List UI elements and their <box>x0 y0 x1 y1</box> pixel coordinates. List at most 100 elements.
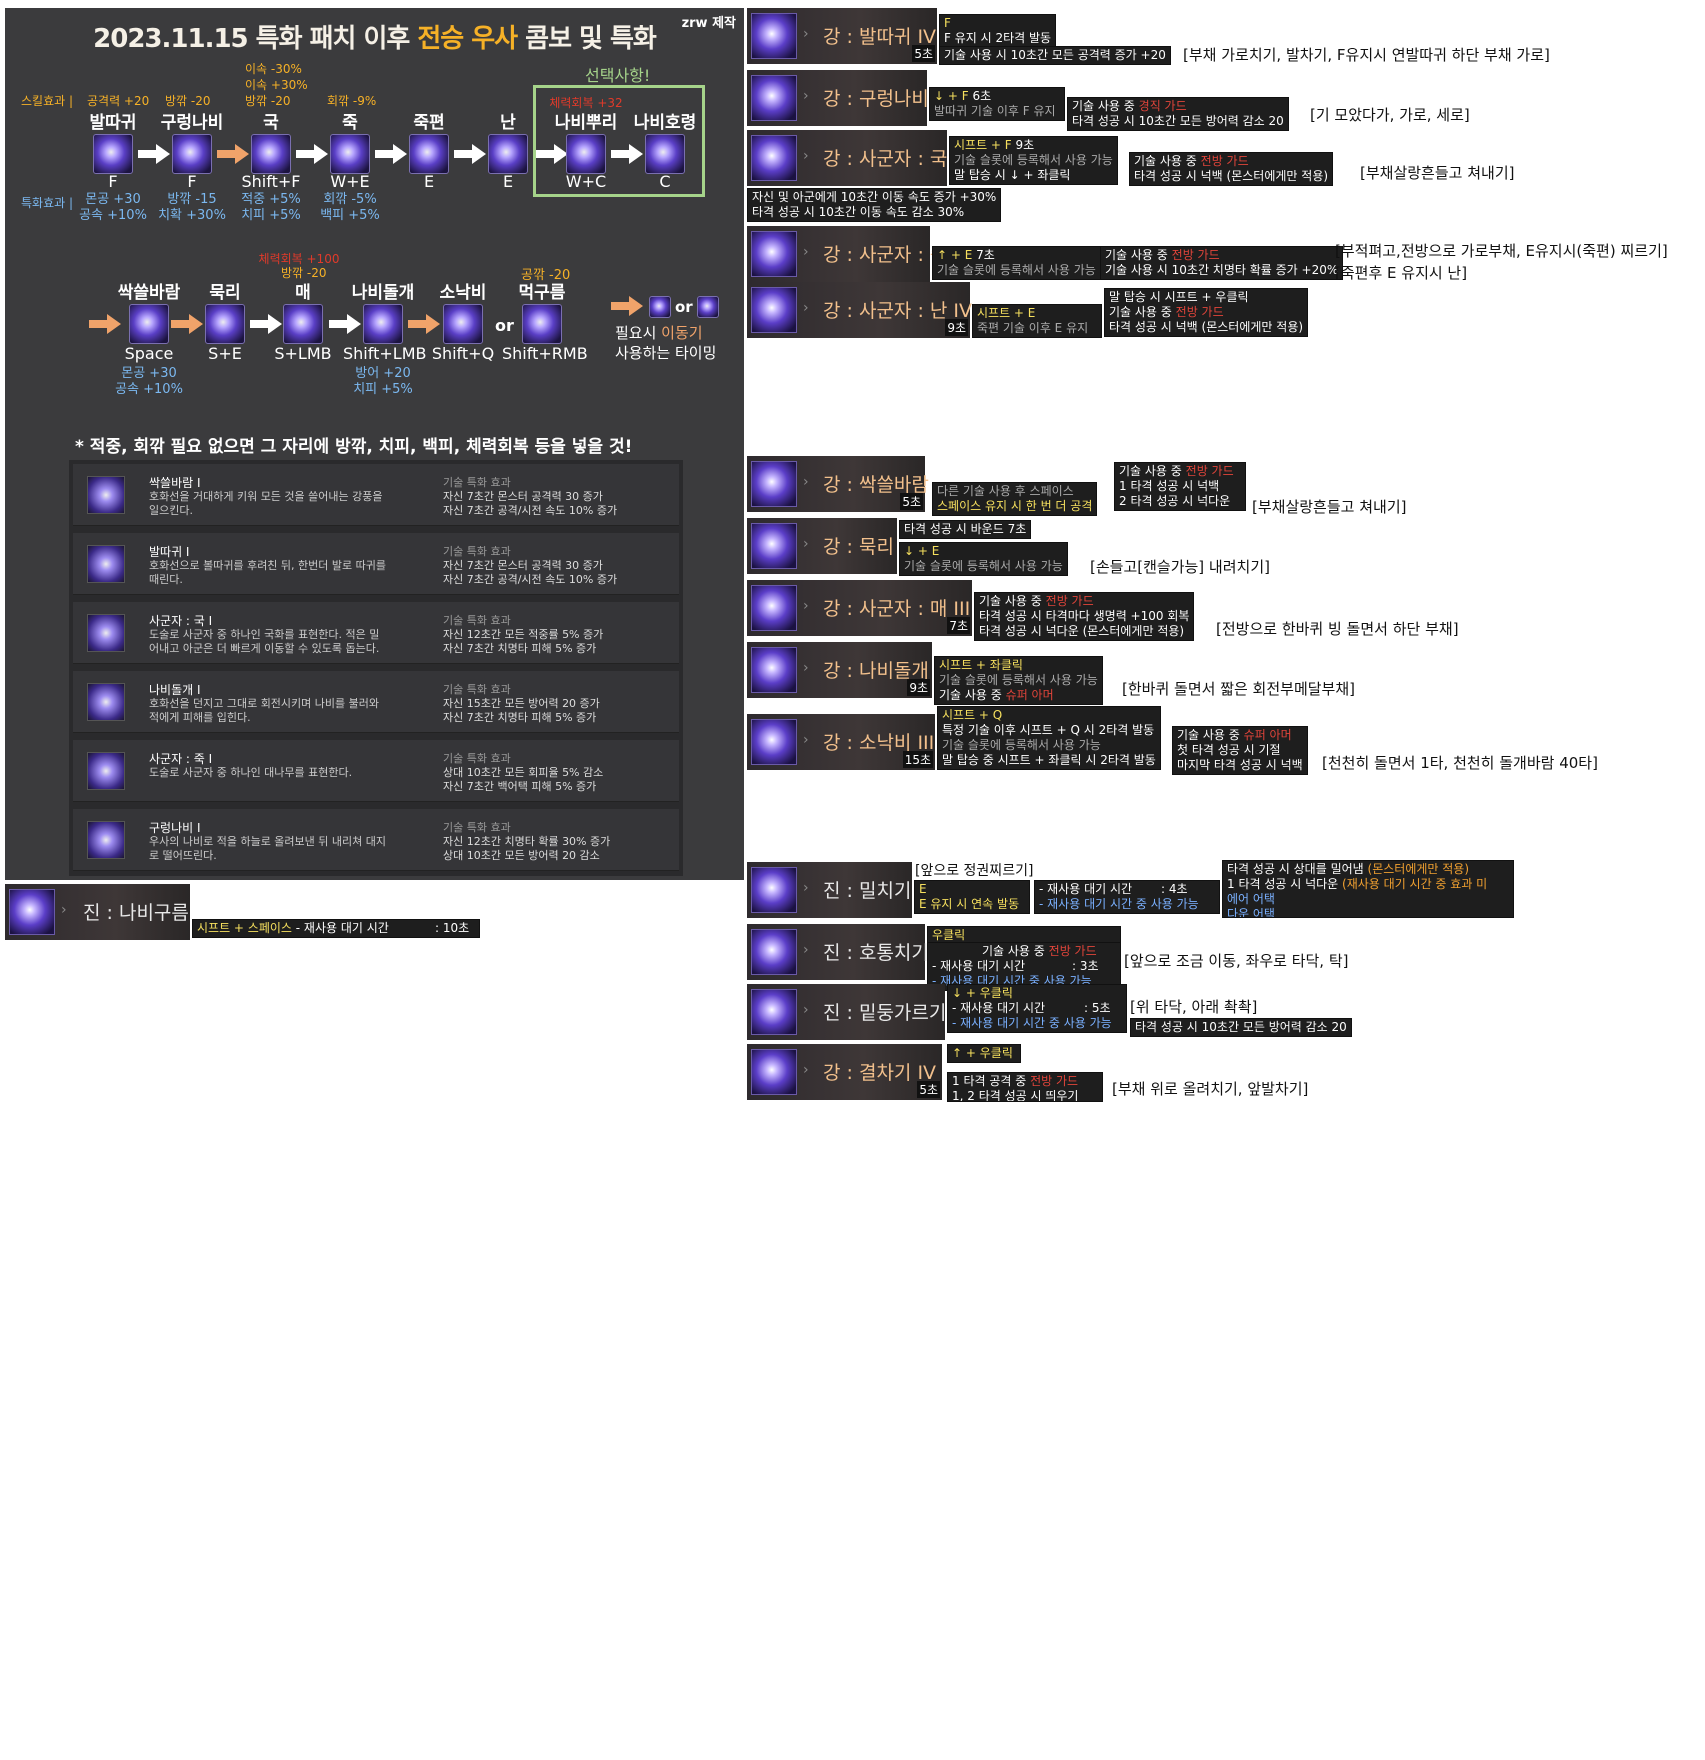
table-skill-desc: 호화선으로 볼따귀를 후려친 뒤, 한번더 발로 따귀를 때린다. <box>149 559 386 586</box>
arrow-right-icon <box>296 144 330 164</box>
chevron-right-icon: › <box>803 244 809 260</box>
table-effect-header: 기술 특화 효과 <box>443 683 511 696</box>
skill-milchigi[interactable]: › 진 : 밀치기 <box>747 862 912 918</box>
arrow-right-icon <box>611 296 645 316</box>
sagunja-mae-skill-icon <box>751 585 797 631</box>
skill-tooltip: ↓ + 우클릭 - 재사용 대기 시간: 5초 - 재사용 대기 시간 중 사용 가… <box>947 984 1127 1033</box>
spec-effect-label: 특화효과 | <box>21 196 74 210</box>
skill-effect-label: 스킬효과 | <box>21 94 74 108</box>
skill-ssakseulbaram[interactable]: › 강 : 싹쓸바람 5초 <box>747 456 929 512</box>
row1-top-2c: 방깎 -20 <box>245 94 291 108</box>
skill-tooltip: 기술 사용 중 경직 가드 타격 성공 시 10초간 모든 방어력 감소 20 <box>1067 97 1289 131</box>
skill-gureongnabi[interactable]: › 강 : 구렁나비 <box>747 70 929 126</box>
nabidolgae-skill-icon <box>87 683 125 721</box>
skill-sagunja-nan[interactable]: › 강 : 사군자 : 난 IV 9초 <box>747 282 972 338</box>
chevron-right-icon: › <box>803 1062 809 1078</box>
gureongnabi-skill-icon <box>751 75 797 121</box>
chevron-right-icon: › <box>803 148 809 164</box>
sonakbi-skill-icon <box>751 719 797 765</box>
or-label: or <box>495 316 514 335</box>
chevron-right-icon: › <box>803 598 809 614</box>
or-label: or <box>675 298 693 316</box>
skill-tooltip: 타격 성공 시 상대를 밀어냄 (몬스터에게만 적용) 1 타격 성공 시 넉다운… <box>1222 860 1514 918</box>
table-effects: 자신 15초간 모든 방어력 20 증가 자신 7초간 치명타 피해 5% 증가 <box>443 697 600 724</box>
skill-cooldown: 15초 <box>902 751 933 768</box>
row2-key-1: S+E <box>208 344 242 363</box>
skill-tooltip: 시프트 + Q 특정 기술 이후 시프트 + Q 시 2타격 발동 기술 슬롯에 등… <box>937 706 1161 770</box>
row1-key-6: W+C <box>565 172 607 191</box>
skill-mitdunggareugi[interactable]: › 진 : 밑둥가르기 <box>747 984 947 1040</box>
table-skill-name: 발따귀 I <box>149 545 190 559</box>
table-effect-header: 기술 특화 효과 <box>443 752 511 765</box>
arrow-right-icon <box>250 314 284 334</box>
table-skill-name: 싹쓸바람 I <box>149 476 201 490</box>
table-effect-header: 기술 특화 효과 <box>443 614 511 627</box>
skill-name: 진 : 호통치기 <box>823 942 929 964</box>
table-skill-desc: 도술로 사군자 중 하나인 국화를 표현한다. 적은 밀어내고 아군은 더 빠르… <box>149 628 380 655</box>
skill-tooltip: 자신 및 아군에게 10초간 이동 속도 증가 +30% 타격 성공 시 10초간… <box>747 188 1002 222</box>
row1-buff-2a: 적중 +5% <box>241 192 301 207</box>
chevron-right-icon: › <box>803 732 809 748</box>
skill-tooltip: 다른 기술 사용 후 스페이스 스페이스 유지 시 한 번 더 공격 <box>932 482 1098 516</box>
select-label: 선택사항! <box>585 66 651 85</box>
hotongchigi-skill-icon <box>751 929 797 975</box>
ssakseulbaram-skill-icon <box>87 476 125 514</box>
skill-sagunja-mae[interactable]: › 강 : 사군자 : 매 III 7초 <box>747 580 972 636</box>
skill-name: 진 : 밑둥가르기 <box>823 1002 947 1024</box>
skill-sonakbi[interactable]: › 강 : 소낙비 III 15초 <box>747 714 935 770</box>
ssakseulbaram-skill-icon <box>751 461 797 507</box>
jukpyeon-skill-icon <box>409 134 449 174</box>
chevron-right-icon: › <box>803 1002 809 1018</box>
row1-name-4: 죽편 <box>413 113 445 133</box>
skill-caption: [부채 가로치기, 발차기, F유지시 연발따귀 하단 부채 가로] <box>1183 46 1550 64</box>
nabidolgae-skill-icon <box>363 304 403 344</box>
skill-caption: [앞으로 정권찌르기] <box>915 863 1034 879</box>
skill-gyeolchagi[interactable]: › 강 : 결차기 IV 5초 <box>747 1044 942 1100</box>
mukri-skill-icon <box>205 304 245 344</box>
row1-name-3: 죽 <box>342 113 358 133</box>
row2-key-3: Shift+LMB <box>343 344 427 363</box>
skill-sagunja-juk[interactable]: › 강 : 사군자 : 죽 <box>747 226 947 282</box>
skill-tooltip: 시프트 + F 9초 기술 슬롯에 등록해서 사용 가능 말 탑승 시 ↓ + 좌클… <box>949 136 1118 185</box>
skill-tooltip: 말 탑승 시 시프트 + 우클릭 기술 사용 중 전방 가드 타격 성공 시 넉백 … <box>1104 288 1309 337</box>
skill-balttagwi[interactable]: › 강 : 발따귀 IV 5초 <box>747 8 937 64</box>
skill-nabidolgae[interactable]: › 강 : 나비돌개 9초 <box>747 642 932 698</box>
mukri-skill-icon <box>751 523 797 569</box>
table-skill-name: 사군자 : 죽 I <box>149 752 213 766</box>
skill-tooltip: ↓ + E 기술 슬롯에 등록해서 사용 가능 <box>899 542 1068 576</box>
row1-name-2: 국 <box>263 113 279 133</box>
skill-caption: [죽편후 E 유지시 난] <box>1335 264 1468 282</box>
table-skill-name: 사군자 : 국 I <box>149 614 213 628</box>
table-row: 싹쓸바람 I 호화선을 거대하게 키워 모든 것을 쓸어내는 강풍을 일으킨다.… <box>73 464 679 526</box>
skill-hotongchigi[interactable]: › 진 : 호통치기 <box>747 924 929 980</box>
chevron-right-icon: › <box>61 902 67 918</box>
row1-buff-3a: 회깎 -5% <box>323 192 377 207</box>
skill-mukri[interactable]: › 강 : 묵리 <box>747 518 897 574</box>
skill-name: 강 : 묵리 <box>823 536 894 558</box>
ssakseulbaram-skill-icon <box>129 304 169 344</box>
meokgureum-skill-icon <box>522 304 562 344</box>
row1-buff-0a: 몬공 +30 <box>85 192 141 207</box>
nabigureum-tooltip: 시프트 + 스페이스 - 재사용 대기 시간: 10초 <box>192 919 480 938</box>
spec-effect-table: 싹쓸바람 I 호화선을 거대하게 키워 모든 것을 쓸어내는 강풍을 일으킨다.… <box>69 460 683 876</box>
skill-nabigureum[interactable]: › 진 : 나비구름 <box>5 884 190 940</box>
chevron-right-icon: › <box>803 300 809 316</box>
nabidolgae-skill-icon <box>751 647 797 693</box>
skill-name: 강 : 구렁나비 <box>823 88 929 110</box>
row1-key-3: W+E <box>330 172 370 191</box>
arrow-right-icon <box>408 314 442 334</box>
skill-caption: [손들고[캔슬가능] 내려치기] <box>1090 558 1270 576</box>
balttagwi-skill-icon <box>87 545 125 583</box>
row2-name-0: 싹쓸바람 <box>117 283 181 303</box>
skill-caption: [천천히 돌면서 1타, 천천히 돌개바람 40타] <box>1322 754 1598 772</box>
skill-tooltip: 기술 사용 중 전방 가드 타격 성공 시 타격마다 생명력 +100 회복 타격 … <box>974 592 1195 641</box>
skill-tooltip: 기술 사용 중 전방 가드 기술 사용 시 10초간 치명타 확률 증가 +20% <box>1100 246 1344 280</box>
skill-tooltip: 타격 성공 시 바운드 7초 <box>899 520 1032 539</box>
skill-sagunja-guk[interactable]: › 강 : 사군자 : 국 <box>747 130 947 186</box>
guide-note: * 적중, 회깎 필요 없으면 그 자리에 방깎, 치피, 백피, 체력회복 등… <box>75 437 633 457</box>
gureongnabi-skill-icon <box>172 134 212 174</box>
row1-buff-0b: 공속 +10% <box>79 208 147 223</box>
row1-key-0: F <box>108 172 118 191</box>
row2-name-2: 매 <box>295 283 311 303</box>
nabihoryeong-skill-icon <box>645 134 685 174</box>
